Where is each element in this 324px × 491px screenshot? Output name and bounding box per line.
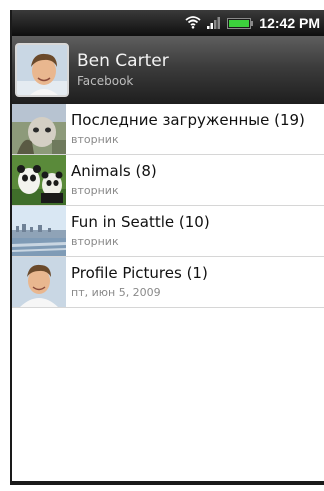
- phone-screen: 12:42 PM Ben Carter Facebook Последние з…: [10, 10, 324, 485]
- album-row[interactable]: Fun in Seattle (10) вторник: [12, 206, 324, 257]
- contact-name: Ben Carter: [77, 51, 169, 71]
- contact-header-text: Ben Carter Facebook: [77, 51, 169, 89]
- status-bar: 12:42 PM: [12, 10, 324, 36]
- album-date: вторник: [71, 184, 119, 197]
- album-text: Последние загруженные (19) вторник: [71, 111, 305, 147]
- album-row[interactable]: Последние загруженные (19) вторник: [12, 104, 324, 155]
- album-title: Fun in Seattle (10): [71, 213, 210, 231]
- album-date: вторник: [71, 133, 119, 146]
- signal-icon: [207, 14, 221, 33]
- album-list: Последние загруженные (19) вторник Anima…: [12, 104, 324, 308]
- album-date: вторник: [71, 235, 119, 248]
- contact-source: Facebook: [77, 74, 134, 88]
- contact-header: Ben Carter Facebook: [12, 36, 324, 104]
- album-title: Animals (8): [71, 162, 157, 180]
- album-text: Profile Pictures (1) пт, июн 5, 2009: [71, 264, 208, 300]
- profile-thumbnail: [12, 257, 66, 307]
- album-text: Animals (8) вторник: [71, 162, 157, 198]
- wifi-icon: [185, 14, 201, 33]
- status-time: 12:42 PM: [259, 15, 320, 31]
- contact-avatar[interactable]: [15, 43, 69, 97]
- album-title: Последние загруженные (19): [71, 111, 305, 129]
- battery-icon: [227, 14, 254, 33]
- album-date: пт, июн 5, 2009: [71, 286, 161, 299]
- seattle-thumbnail: [12, 206, 66, 256]
- album-title: Profile Pictures (1): [71, 264, 208, 282]
- album-text: Fun in Seattle (10) вторник: [71, 213, 210, 249]
- album-row[interactable]: Animals (8) вторник: [12, 155, 324, 206]
- latest-uploads-thumbnail: [12, 104, 66, 154]
- panda-thumbnail: [12, 155, 66, 205]
- album-row[interactable]: Profile Pictures (1) пт, июн 5, 2009: [12, 257, 324, 308]
